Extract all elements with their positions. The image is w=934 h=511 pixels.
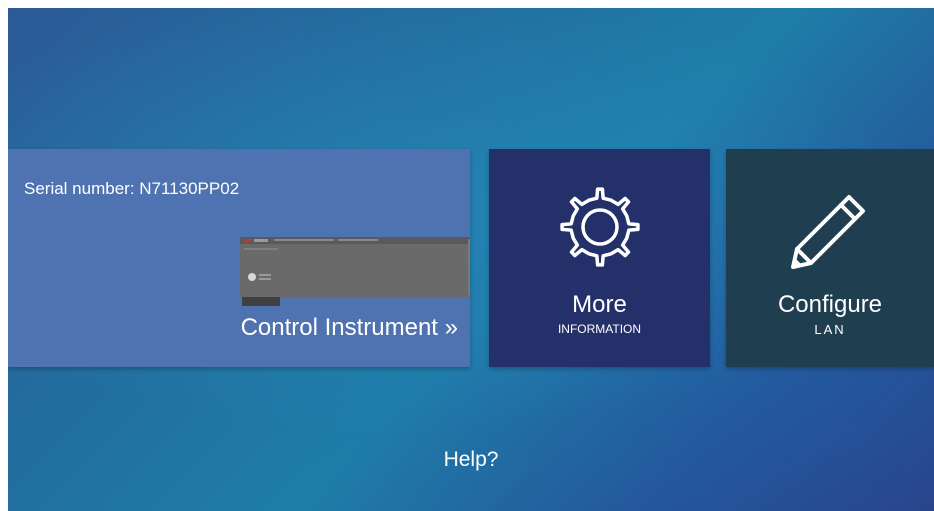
pencil-icon (791, 195, 865, 269)
instrument-image (240, 237, 470, 306)
more-information-tile[interactable]: More INFORMATION (489, 149, 710, 367)
configure-subtitle: LAN (814, 322, 846, 337)
serial-number-label: Serial number: N71130PP02 (24, 179, 240, 198)
configure-lan-tile[interactable]: Configure LAN (726, 149, 934, 367)
control-instrument-tile[interactable]: Serial number: N71130PP02 Control Instru… (8, 149, 470, 367)
more-title: More (572, 291, 627, 318)
configure-title: Configure (777, 291, 883, 318)
gear-icon (559, 187, 640, 267)
launch-screen: Serial number: N71130PP02 Control Instru… (8, 8, 934, 511)
help-link[interactable]: Help? (8, 448, 934, 472)
more-subtitle: INFORMATION (557, 322, 642, 336)
control-instrument-link[interactable]: Control Instrument » (241, 314, 458, 342)
